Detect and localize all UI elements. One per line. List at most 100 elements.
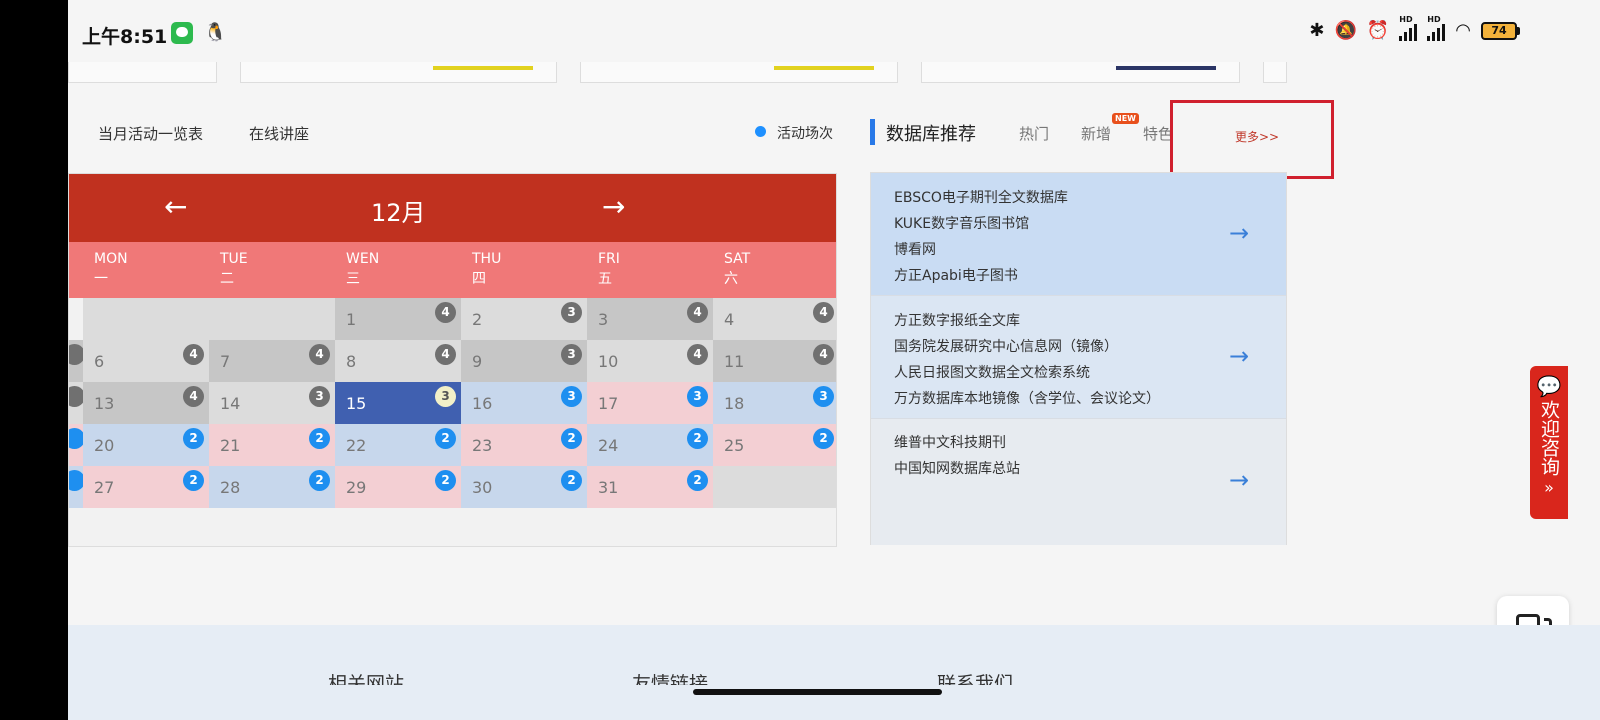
calendar-empty-cell (83, 298, 209, 340)
weekday-tue: TUE 二 (220, 251, 248, 287)
wifi-icon: ◠ (1455, 20, 1471, 41)
calendar-day-cell[interactable] (69, 466, 85, 508)
calendar-day-cell[interactable]: 20 2 (83, 424, 209, 466)
online-lecture-link[interactable]: 在线讲座 (249, 123, 309, 144)
calendar-day-cell[interactable]: 10 4 (587, 340, 713, 382)
weekday-wed: WEN 三 (346, 251, 380, 287)
calendar-day-cell[interactable]: 18 3 (713, 382, 836, 424)
activity-calendar: ← 12月 → MON 一 TUE 二 WEN 三 THU 四 FRI 五 SAT 六 14… (68, 173, 837, 547)
database-group-2[interactable]: 方正数字报纸全文库 国务院发展研究中心信息网（镜像） 人民日报图文数据全文检索系… (871, 296, 1286, 419)
tab-hot[interactable]: 热门 (1019, 123, 1049, 144)
arrow-right-icon[interactable]: → (1229, 342, 1249, 370)
database-link[interactable]: 中国知网数据库总站 (894, 458, 1020, 478)
calendar-day-cell[interactable]: 84 (335, 340, 461, 382)
calendar-day-cell[interactable]: 23 2 (461, 424, 587, 466)
weekday-thu: THU 四 (472, 251, 502, 287)
top-card[interactable] (580, 62, 898, 83)
status-icons: ✱ 🔕 ⏰ HD HD ◠ 74 (1309, 15, 1520, 41)
arrow-right-icon[interactable]: → (1229, 219, 1249, 247)
left-bezel (0, 0, 68, 720)
calendar-day-cell[interactable]: 25 2 (713, 424, 836, 466)
bluetooth-icon: ✱ (1309, 20, 1325, 41)
monthly-activities-link[interactable]: 当月活动一览表 (98, 123, 203, 144)
home-indicator[interactable] (693, 689, 942, 695)
new-badge: NEW (1112, 113, 1139, 124)
top-card[interactable] (240, 62, 557, 83)
top-card[interactable] (921, 62, 1240, 83)
consult-label: 欢迎咨询 (1538, 400, 1560, 476)
next-month-arrow-icon[interactable]: → (602, 191, 625, 223)
database-group-3[interactable]: 维普中文科技期刊 中国知网数据库总站 → (871, 419, 1286, 545)
database-link[interactable]: 维普中文科技期刊 (894, 432, 1006, 452)
qq-icon: 🐧 (204, 22, 227, 43)
status-time: 上午8:51 (82, 26, 168, 48)
highlight-box (1170, 100, 1334, 179)
calendar-day-cell[interactable] (69, 340, 85, 382)
tab-new[interactable]: 新增 (1081, 123, 1111, 144)
footer: 相关网站 友情链接 联系我们 (68, 625, 1600, 720)
calendar-day-cell[interactable]: 21 2 (209, 424, 335, 466)
calendar-day-cell[interactable]: 64 (83, 340, 209, 382)
mute-bell-icon: 🔕 (1334, 20, 1357, 41)
calendar-day-cell[interactable]: 13 4 (83, 382, 209, 424)
wechat-icon (171, 22, 193, 44)
status-bar: 上午8:51 🐧 ✱ 🔕 ⏰ HD HD ◠ 74 (68, 0, 1600, 62)
calendar-day-cell[interactable]: 29 2 (335, 466, 461, 508)
section-accent-bar (870, 119, 875, 145)
calendar-day-cell[interactable]: 93 (461, 340, 587, 382)
legend-label: 活动场次 (777, 126, 833, 142)
consult-widget[interactable]: 💬 欢迎咨询 » (1530, 366, 1568, 519)
prev-month-arrow-icon[interactable]: ← (164, 191, 187, 223)
database-link[interactable]: 方正数字报纸全文库 (894, 310, 1020, 330)
calendar-day-cell[interactable]: 22 2 (335, 424, 461, 466)
battery-icon: 74 (1481, 21, 1520, 40)
database-link[interactable]: EBSCO电子期刊全文数据库 (894, 187, 1068, 207)
database-link[interactable]: 博看网 (894, 239, 936, 259)
calendar-day-cell[interactable]: 31 2 (587, 466, 713, 508)
calendar-day-cell[interactable]: 14 (335, 298, 461, 340)
signal-icon-1: HD (1399, 15, 1418, 41)
calendar-today-cell[interactable]: 15 3 (335, 382, 461, 424)
calendar-day-cell[interactable]: 74 (209, 340, 335, 382)
calendar-day-cell[interactable]: 44 (713, 298, 836, 340)
database-group-1[interactable]: EBSCO电子期刊全文数据库 KUKE数字音乐图书馆 博看网 方正Apabi电子… (871, 173, 1286, 296)
weekday-row: MON 一 TUE 二 WEN 三 THU 四 FRI 五 SAT 六 (69, 242, 836, 298)
calendar-day-cell[interactable] (69, 424, 85, 466)
tab-featured[interactable]: 特色 (1143, 123, 1173, 144)
calendar-day-cell[interactable]: 16 3 (461, 382, 587, 424)
database-list-panel: EBSCO电子期刊全文数据库 KUKE数字音乐图书馆 博看网 方正Apabi电子… (870, 172, 1287, 545)
legend-dot (755, 126, 766, 137)
top-card[interactable] (1263, 62, 1287, 83)
signal-icon-2: HD (1427, 15, 1446, 41)
calendar-empty-cell (209, 298, 335, 340)
calendar-day-cell[interactable]: 24 2 (587, 424, 713, 466)
database-link[interactable]: 人民日报图文数据全文检索系统 (894, 362, 1090, 382)
database-link[interactable]: 方正Apabi电子图书 (894, 265, 1018, 285)
calendar-day-cell[interactable]: 30 2 (461, 466, 587, 508)
weekday-mon: MON 一 (94, 251, 128, 287)
database-link[interactable]: 万方数据库本地镜像（含学位、会议论文） (894, 388, 1160, 408)
calendar-day-cell[interactable]: 17 3 (587, 382, 713, 424)
top-card[interactable] (68, 62, 217, 83)
calendar-month: 12月 (371, 199, 426, 227)
calendar-day-cell[interactable]: 34 (587, 298, 713, 340)
calendar-day-cell[interactable] (69, 382, 85, 424)
arrow-right-icon[interactable]: → (1229, 466, 1249, 494)
footer-friend-links: 友情链接 (632, 673, 709, 685)
calendar-day-cell[interactable]: 27 2 (83, 466, 209, 508)
database-link[interactable]: 国务院发展研究中心信息网（镜像） (894, 336, 1118, 356)
chat-bubble-icon: 💬 (1536, 374, 1562, 398)
calendar-day-cell[interactable]: 11 4 (713, 340, 836, 382)
calendar-day-cell[interactable]: 28 2 (209, 466, 335, 508)
footer-contact: 联系我们 (937, 673, 1014, 685)
database-section-title: 数据库推荐 (886, 124, 976, 145)
alarm-icon: ⏰ (1366, 20, 1390, 41)
calendar-empty-cell (713, 466, 836, 508)
calendar-header: ← 12月 → (69, 174, 836, 242)
chevron-right-icon: » (1544, 478, 1554, 497)
calendar-day-cell[interactable]: 14 3 (209, 382, 335, 424)
weekday-sat: SAT 六 (724, 251, 751, 287)
footer-related-sites: 相关网站 (328, 673, 405, 685)
database-link[interactable]: KUKE数字音乐图书馆 (894, 213, 1029, 233)
calendar-day-cell[interactable]: 23 (461, 298, 587, 340)
